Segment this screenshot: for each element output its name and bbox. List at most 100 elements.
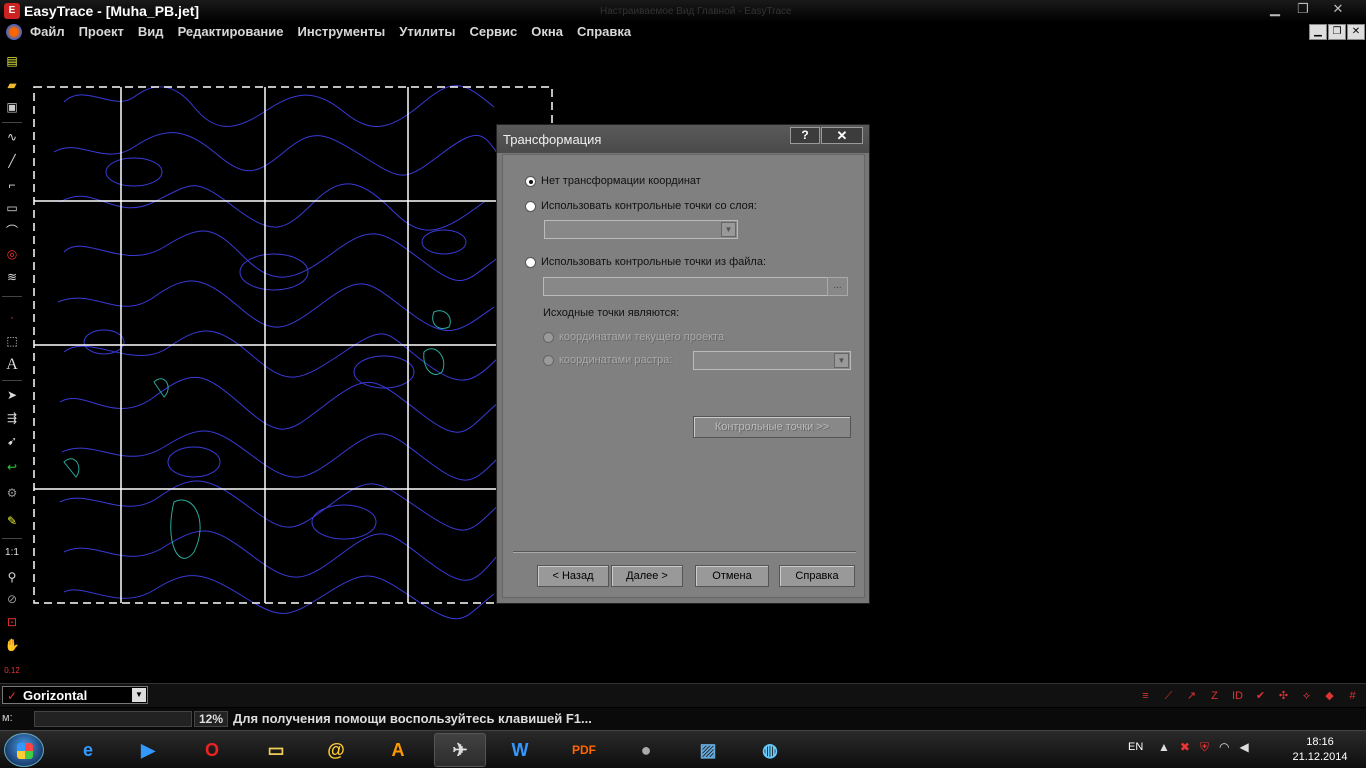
check-mark-icon[interactable]: ✔ <box>1251 687 1270 705</box>
vertex-icon[interactable]: ⟡ <box>1297 687 1316 705</box>
pan-hand-icon[interactable]: ✋ <box>3 636 21 654</box>
arrow-tool-icon[interactable]: ↗ <box>1182 687 1201 705</box>
wifi-icon[interactable]: ◠ <box>1219 740 1229 755</box>
menu-edit[interactable]: Редактирование <box>178 23 284 41</box>
radio-checked-icon[interactable] <box>525 175 536 187</box>
file-explorer-icon[interactable]: ▭ <box>250 733 302 767</box>
browse-button[interactable]: ... <box>827 277 848 296</box>
language-indicator[interactable]: EN <box>1128 741 1143 753</box>
left-toolbar: ▤ ▰ ▣ ∿ ╱ ⌐ ▭ ⌒ ◎ ≋ · ⬚ A ➤ ⇶ ➹ ↩ ⚙ ✎ 1:… <box>0 42 24 682</box>
line-tool-icon[interactable]: ╱ <box>3 152 21 170</box>
easytrace-taskbar-icon[interactable]: ✈ <box>434 733 486 767</box>
rectangle-icon[interactable]: ▭ <box>3 199 21 217</box>
hatch-icon[interactable]: ≋ <box>3 268 21 286</box>
doc-restore-button[interactable]: ❐ <box>1328 24 1346 40</box>
option-layer-points[interactable]: Использовать контрольные точки со слоя: <box>525 200 757 212</box>
chevron-down-icon[interactable]: ▼ <box>132 688 146 702</box>
pdf-icon[interactable]: PDF <box>558 733 610 767</box>
option-source-raster[interactable]: координатами растра: <box>543 354 672 366</box>
menu-items: Файл Проект Вид Редактирование Инструмен… <box>30 23 631 41</box>
marker-icon[interactable]: ◆ <box>1320 687 1339 705</box>
menu-service[interactable]: Сервис <box>469 23 517 41</box>
menu-project[interactable]: Проект <box>79 23 124 41</box>
curve-tool-icon[interactable]: ⌒ <box>3 222 21 240</box>
point-icon[interactable]: · <box>3 308 21 326</box>
step-line-icon[interactable]: ⌐ <box>3 176 21 194</box>
clock[interactable]: 18:16 21.12.2014 <box>1284 735 1356 765</box>
doc-close-button[interactable]: ✕ <box>1347 24 1365 40</box>
control-points-button[interactable]: Контрольные точки >> <box>693 416 851 438</box>
undo-arrow-icon[interactable]: ↩ <box>3 458 21 476</box>
dialog-close-button[interactable]: ✕ <box>821 127 863 144</box>
raster-select[interactable]: ▼ <box>693 351 851 370</box>
internet-explorer-icon[interactable]: e <box>62 733 114 767</box>
next-button[interactable]: Далее > <box>611 565 683 587</box>
attributes-icon[interactable]: ≡ <box>1136 687 1155 705</box>
select-point-icon[interactable]: ➹ <box>3 432 21 450</box>
fit-extent-icon[interactable]: ⊡ <box>3 613 21 631</box>
chevron-down-icon[interactable]: ▼ <box>834 353 849 368</box>
snap-icon[interactable]: ✣ <box>1274 687 1293 705</box>
brush-icon[interactable]: ⚙ <box>3 484 21 502</box>
radio-icon[interactable] <box>525 256 536 268</box>
menu-tools[interactable]: Инструменты <box>298 23 386 41</box>
back-button[interactable]: < Назад <box>537 565 609 587</box>
close-button[interactable]: ✕ <box>1318 1 1358 18</box>
minimize-button[interactable]: ▁ <box>1262 1 1288 18</box>
coordinates-icon[interactable]: 0.12 <box>3 662 21 680</box>
media-player-icon[interactable]: ▶ <box>122 733 174 767</box>
z-values-icon[interactable]: Z <box>1205 687 1224 705</box>
zoom-1-1-icon[interactable]: 1:1 <box>3 544 21 562</box>
doc-minimize-button[interactable]: ▁ <box>1309 24 1327 40</box>
open-folder-icon[interactable]: ▰ <box>3 76 21 94</box>
network-error-icon[interactable]: ✖ <box>1180 740 1190 755</box>
status-bar: м: 12% Для получения помощи воспользуйте… <box>0 708 1366 730</box>
help-button[interactable]: Справка <box>779 565 855 587</box>
maximize-button[interactable]: ❐ <box>1290 1 1316 18</box>
tray-expand-icon[interactable]: ▲ <box>1158 740 1170 755</box>
word-icon[interactable]: W <box>494 733 546 767</box>
zoom-icon[interactable]: ⚲ <box>3 568 21 586</box>
file-path-input[interactable] <box>543 277 828 296</box>
menu-utilities[interactable]: Утилиты <box>399 23 455 41</box>
camera-icon[interactable]: ● <box>620 733 672 767</box>
start-button[interactable] <box>4 733 44 767</box>
id-icon[interactable]: ID <box>1228 687 1247 705</box>
radio-disabled-icon[interactable] <box>543 354 554 366</box>
dialog-help-button[interactable]: ? <box>790 127 820 144</box>
cancel-button[interactable]: Отмена <box>695 565 769 587</box>
photo-viewer-icon[interactable]: ▨ <box>682 733 734 767</box>
autocad-icon[interactable]: A <box>372 733 424 767</box>
layer-combo[interactable]: ✓ Gorizontal ▼ <box>2 686 148 704</box>
option-no-transform[interactable]: Нет трансформации координат <box>525 175 701 187</box>
point-target-icon[interactable]: ◎ <box>3 245 21 263</box>
security-icon[interactable]: ⛨ <box>1200 740 1209 755</box>
multi-select-icon[interactable]: ⇶ <box>3 409 21 427</box>
opera-icon[interactable]: O <box>186 733 238 767</box>
select-arrow-icon[interactable]: ➤ <box>3 386 21 404</box>
document-menu-icon[interactable] <box>6 24 22 40</box>
menu-view[interactable]: Вид <box>138 23 164 41</box>
text-tool-icon[interactable]: A <box>3 356 21 374</box>
save-icon[interactable]: ▣ <box>3 98 21 116</box>
volume-icon[interactable]: ◀ <box>1239 740 1248 755</box>
pencil-icon[interactable]: ✎ <box>3 512 21 530</box>
line-measure-icon[interactable]: ⟋ <box>1159 687 1178 705</box>
chevron-down-icon[interactable]: ▼ <box>721 222 736 237</box>
new-file-icon[interactable]: ▤ <box>3 52 21 70</box>
globe-icon[interactable]: ◍ <box>744 733 796 767</box>
node-edit-icon[interactable]: ⬚ <box>3 332 21 350</box>
radio-icon[interactable] <box>525 200 536 212</box>
menu-file[interactable]: Файл <box>30 23 65 41</box>
polyline-tool-icon[interactable]: ∿ <box>3 128 21 146</box>
layer-select[interactable]: ▼ <box>544 220 738 239</box>
option-file-points[interactable]: Использовать контрольные точки из файла: <box>525 256 766 268</box>
radio-disabled-icon[interactable] <box>543 331 554 343</box>
mail-agent-icon[interactable]: @ <box>310 733 362 767</box>
option-source-project[interactable]: координатами текущего проекта <box>543 331 724 343</box>
menu-windows[interactable]: Окна <box>531 23 563 41</box>
menu-help[interactable]: Справка <box>577 23 631 41</box>
zoom-out-icon[interactable]: ⊘ <box>3 590 21 608</box>
grid-icon[interactable]: # <box>1343 687 1362 705</box>
status-help-text: Для получения помощи воспользуйтесь клав… <box>233 711 592 726</box>
